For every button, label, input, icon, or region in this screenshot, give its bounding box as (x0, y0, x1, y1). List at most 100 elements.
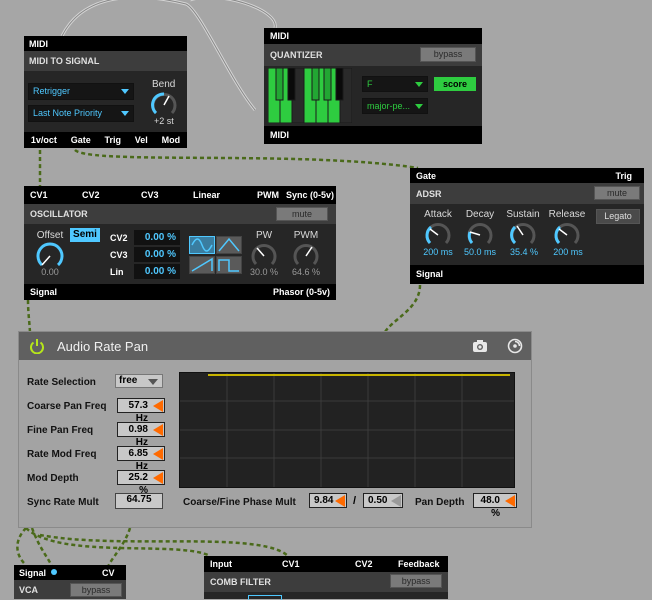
piano-keys[interactable] (267, 67, 353, 124)
output-mod: Mod (161, 135, 181, 145)
comb-partial-field (248, 595, 282, 600)
piano-keyboard[interactable] (267, 67, 353, 124)
input-cv1: CV1 (30, 190, 48, 200)
input-pwm: PWM (257, 190, 279, 200)
device-options-icon[interactable] (507, 338, 523, 354)
output-gate: Gate (70, 135, 91, 145)
comb-input-feedback: Feedback (398, 559, 440, 569)
vca-bypass-button[interactable]: bypass (70, 583, 122, 597)
rate-selection-dropdown[interactable]: free (115, 374, 163, 388)
phase-mult-coarse-value[interactable]: 9.84 (309, 493, 347, 508)
vca-input-signal: Signal (19, 568, 47, 578)
decay-knob[interactable] (466, 221, 494, 249)
fine-pan-freq-label: Fine Pan Freq (27, 425, 94, 436)
pan-display-grid (180, 373, 514, 487)
adsr-output-bar: Signal (410, 265, 644, 284)
coarse-pan-freq-label: Coarse Pan Freq (27, 401, 107, 412)
adsr-device: Gate Trig ADSR mute Attack 200 ms Decay … (410, 168, 644, 284)
comb-bypass-button[interactable]: bypass (390, 574, 442, 588)
phase-mult-fine-value[interactable]: 0.50 (363, 493, 403, 508)
cv2-amount[interactable]: 0.00 % (134, 230, 180, 245)
input-gate: Gate (416, 171, 437, 181)
input-sync: Sync (0-5v) (286, 190, 335, 200)
input-cv3: CV3 (141, 190, 159, 200)
oscillator-mute-button[interactable]: mute (276, 207, 328, 221)
comb-inputs-bar: Input CV1 CV2 Feedback (204, 556, 448, 572)
scale-dropdown[interactable]: major-pe... (362, 98, 428, 114)
comb-body (204, 592, 448, 599)
comb-filter-device: Input CV1 CV2 Feedback COMB FILTER bypas… (204, 556, 448, 600)
vca-device: Signal CV VCA bypass (14, 565, 126, 599)
decay-label: Decay (465, 209, 495, 220)
comb-input-input: Input (210, 559, 232, 569)
cv2-label: CV2 (110, 233, 128, 243)
midi-input-header: MIDI (24, 36, 187, 51)
offset-label: Offset (36, 230, 64, 241)
input-linear: Linear (193, 190, 221, 200)
attack-knob[interactable] (424, 221, 452, 249)
cv3-amount[interactable]: 0.00 % (134, 247, 180, 262)
rate-mod-freq-label: Rate Mod Freq (27, 449, 97, 460)
input-cv2: CV2 (82, 190, 100, 200)
quantizer-bypass-button[interactable]: bypass (420, 47, 476, 62)
mod-depth-label: Mod Depth (27, 473, 79, 484)
bend-knob[interactable] (150, 91, 178, 119)
release-label: Release (548, 209, 586, 220)
phase-mult-label: Coarse/Fine Phase Mult (183, 497, 296, 508)
bend-label: Bend (152, 79, 176, 90)
oscillator-outputs-bar: Signal Phasor (0-5v) (24, 284, 336, 300)
retrigger-dropdown[interactable]: Retrigger (28, 83, 134, 100)
attack-value: 200 ms (423, 247, 453, 257)
release-knob[interactable] (553, 221, 581, 249)
pwm-knob[interactable] (292, 242, 320, 270)
comb-input-cv2: CV2 (355, 559, 373, 569)
attack-label: Attack (424, 209, 452, 220)
midi-outputs-bar: 1v/oct Gate Trig Vel Mod (24, 132, 187, 148)
sustain-knob[interactable] (509, 221, 537, 249)
pwm-value: 64.6 % (291, 267, 321, 277)
sync-rate-mult-label: Sync Rate Mult (27, 497, 99, 508)
audio-rate-pan-device: Audio Rate Pan Rate Selection free Coars… (18, 331, 532, 528)
comb-input-cv1: CV1 (282, 559, 300, 569)
arp-title: Audio Rate Pan (57, 339, 149, 354)
score-toggle[interactable]: score (434, 77, 476, 91)
offset-value: 0.00 (41, 267, 59, 277)
legato-button[interactable]: Legato (596, 209, 640, 224)
triangle-wave-button[interactable] (216, 236, 242, 254)
pw-knob[interactable] (250, 242, 278, 270)
output-phasor: Phasor (0-5v) (272, 287, 330, 297)
quantizer-midi-in: MIDI (264, 28, 482, 44)
adsr-mute-button[interactable]: mute (594, 186, 640, 200)
output-trig: Trig (104, 135, 121, 145)
adsr-inputs-bar: Gate Trig (410, 168, 644, 183)
pan-display (179, 372, 515, 488)
mod-depth-value[interactable]: 25.2 % (117, 470, 165, 496)
power-icon[interactable] (29, 338, 45, 354)
pan-depth-label: Pan Depth (415, 497, 465, 508)
sustain-value: 35.4 % (509, 247, 539, 257)
semi-toggle[interactable]: Semi (70, 228, 100, 242)
pw-value: 30.0 % (249, 267, 279, 277)
midi-to-signal-device: MIDI MIDI TO SIGNAL Retrigger Last Note … (24, 36, 187, 148)
vca-inputs-bar: Signal CV (14, 565, 126, 580)
pw-label: PW (255, 230, 273, 241)
fine-pan-freq-value[interactable]: 0.98 Hz (117, 422, 165, 448)
note-priority-dropdown[interactable]: Last Note Priority (28, 105, 134, 122)
output-signal: Signal (30, 287, 58, 297)
sine-wave-button[interactable] (189, 236, 215, 254)
lin-amount[interactable]: 0.00 % (134, 264, 180, 279)
coarse-pan-freq-value[interactable]: 57.3 Hz (117, 398, 165, 424)
saw-wave-button[interactable] (189, 256, 215, 274)
output-vel: Vel (134, 135, 148, 145)
camera-icon[interactable] (472, 339, 488, 353)
rate-mod-freq-value[interactable]: 6.85 Hz (117, 446, 165, 472)
sync-rate-mult-value[interactable]: 64.75 (115, 493, 163, 509)
sustain-label: Sustain (506, 209, 540, 220)
square-wave-button[interactable] (216, 256, 242, 274)
pwm-label: PWM (293, 230, 319, 241)
oscillator-inputs-bar: CV1 CV2 CV3 Linear PWM Sync (0-5v) (24, 186, 336, 204)
pan-depth-value[interactable]: 48.0 % (473, 493, 517, 519)
vca-input-cv: CV (102, 568, 115, 578)
quantizer-midi-out: MIDI (264, 126, 482, 144)
root-note-dropdown[interactable]: F (362, 76, 428, 92)
